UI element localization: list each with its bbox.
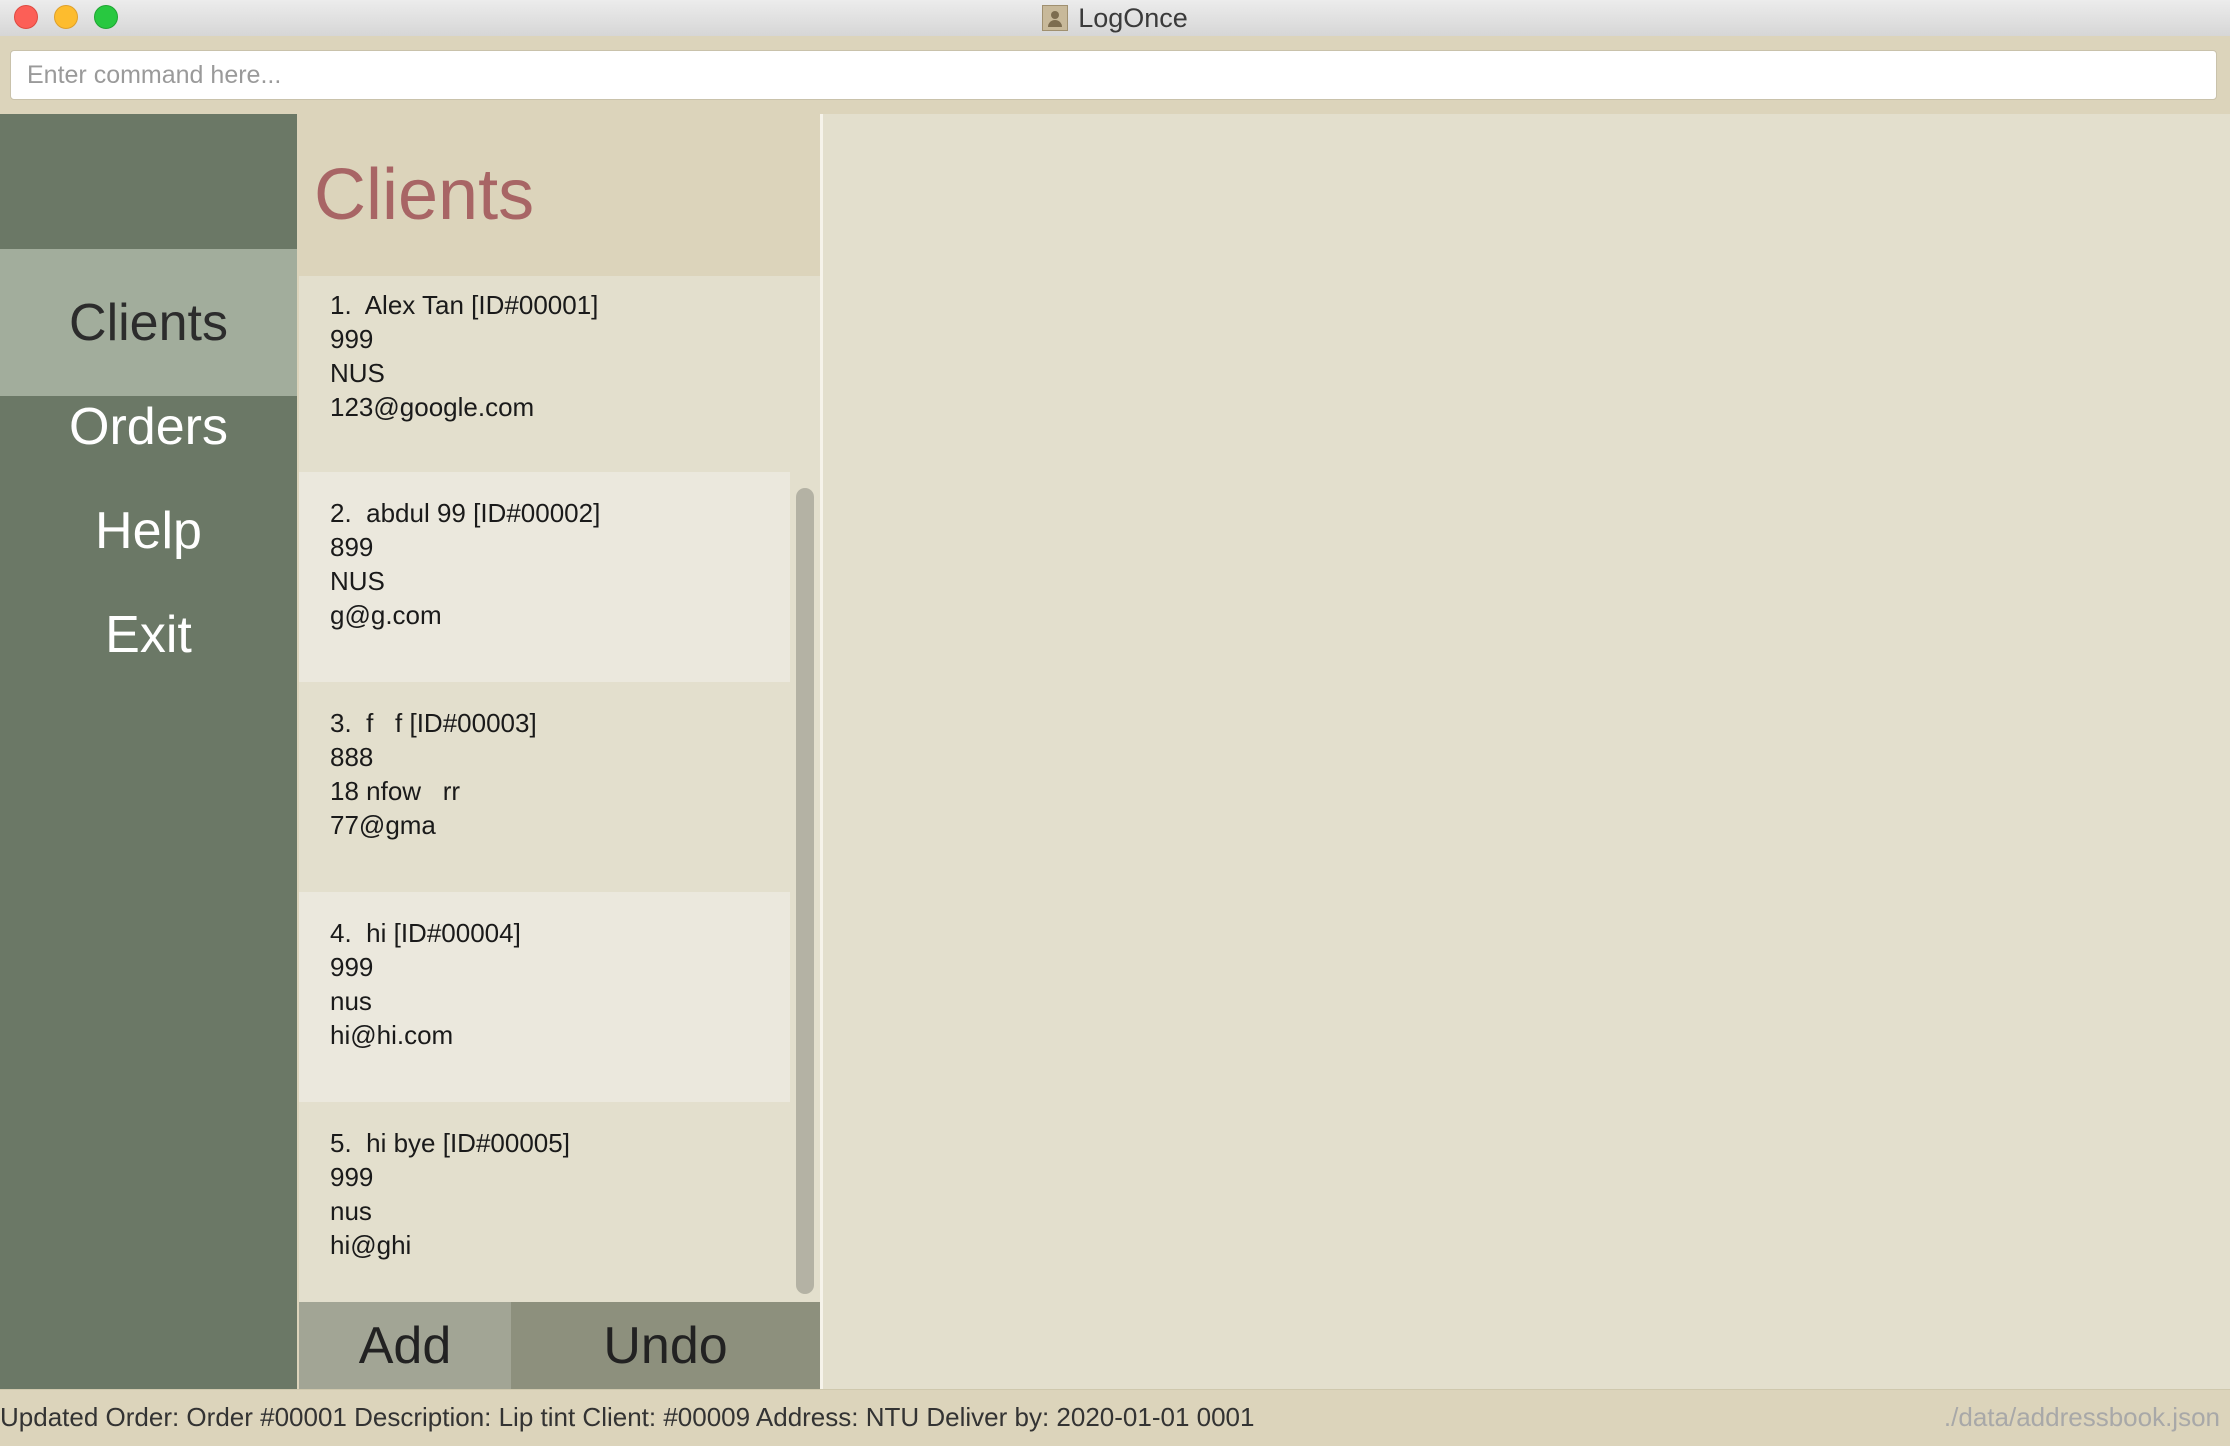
client-address: nus [330,1196,372,1226]
client-card[interactable]: 2. abdul 99 [ID#00002] 899 NUS g@g.com [299,472,790,682]
undo-button[interactable]: Undo [511,1302,820,1389]
client-address: NUS [330,358,385,388]
command-bar [0,36,2230,114]
client-header: 2. abdul 99 [ID#00002] [330,498,601,528]
window-title-group: LogOnce [0,0,2230,36]
client-header: 4. hi [ID#00004] [330,918,521,948]
list-header: Clients [299,114,820,276]
client-card[interactable]: 1. Alex Tan [ID#00001] 999 NUS 123@googl… [299,276,790,472]
sidebar: Clients Orders Help Exit [0,114,297,1389]
client-card[interactable]: 5. hi bye [ID#00005] 999 nus hi@ghi [299,1102,790,1302]
client-phone: 999 [330,1162,374,1192]
client-header: 1. Alex Tan [ID#00001] [330,290,599,320]
status-bar: Updated Order: Order #00001 Description:… [0,1389,2230,1446]
detail-panel [823,114,2230,1389]
client-list-panel: Clients 1. Alex Tan [ID#00001] 999 NUS 1… [299,114,820,1389]
client-address: nus [330,986,372,1016]
add-button[interactable]: Add [299,1302,511,1389]
client-phone: 999 [330,952,374,982]
client-email: hi@ghi [330,1230,412,1260]
window-title: LogOnce [1078,2,1188,33]
client-phone: 999 [330,324,374,354]
client-email: g@g.com [330,600,442,630]
client-header: 5. hi bye [ID#00005] [330,1128,570,1158]
app-icon [1042,5,1069,31]
client-email: hi@hi.com [330,1020,454,1050]
list-scrollbar[interactable] [796,488,814,1294]
client-address: NUS [330,566,385,596]
client-card[interactable]: 3. f f [ID#00003] 888 18 nfow rr 77@gma [299,682,790,892]
command-input[interactable] [10,50,2217,100]
client-card[interactable]: 4. hi [ID#00004] 999 nus hi@hi.com [299,892,790,1102]
client-phone: 899 [330,532,374,562]
client-header: 3. f f [ID#00003] [330,708,537,738]
window-titlebar: LogOnce [0,0,2230,37]
client-email: 123@google.com [330,392,535,422]
status-message: Updated Order: Order #00001 Description:… [0,1402,1255,1432]
data-file-path: ./data/addressbook.json [1943,1402,2220,1432]
client-phone: 888 [330,742,374,772]
client-address: 18 nfow rr [330,776,461,806]
client-email: 77@gma [330,810,436,840]
list-title: Clients [314,155,535,235]
sidebar-item-exit[interactable]: Exit [0,561,297,708]
